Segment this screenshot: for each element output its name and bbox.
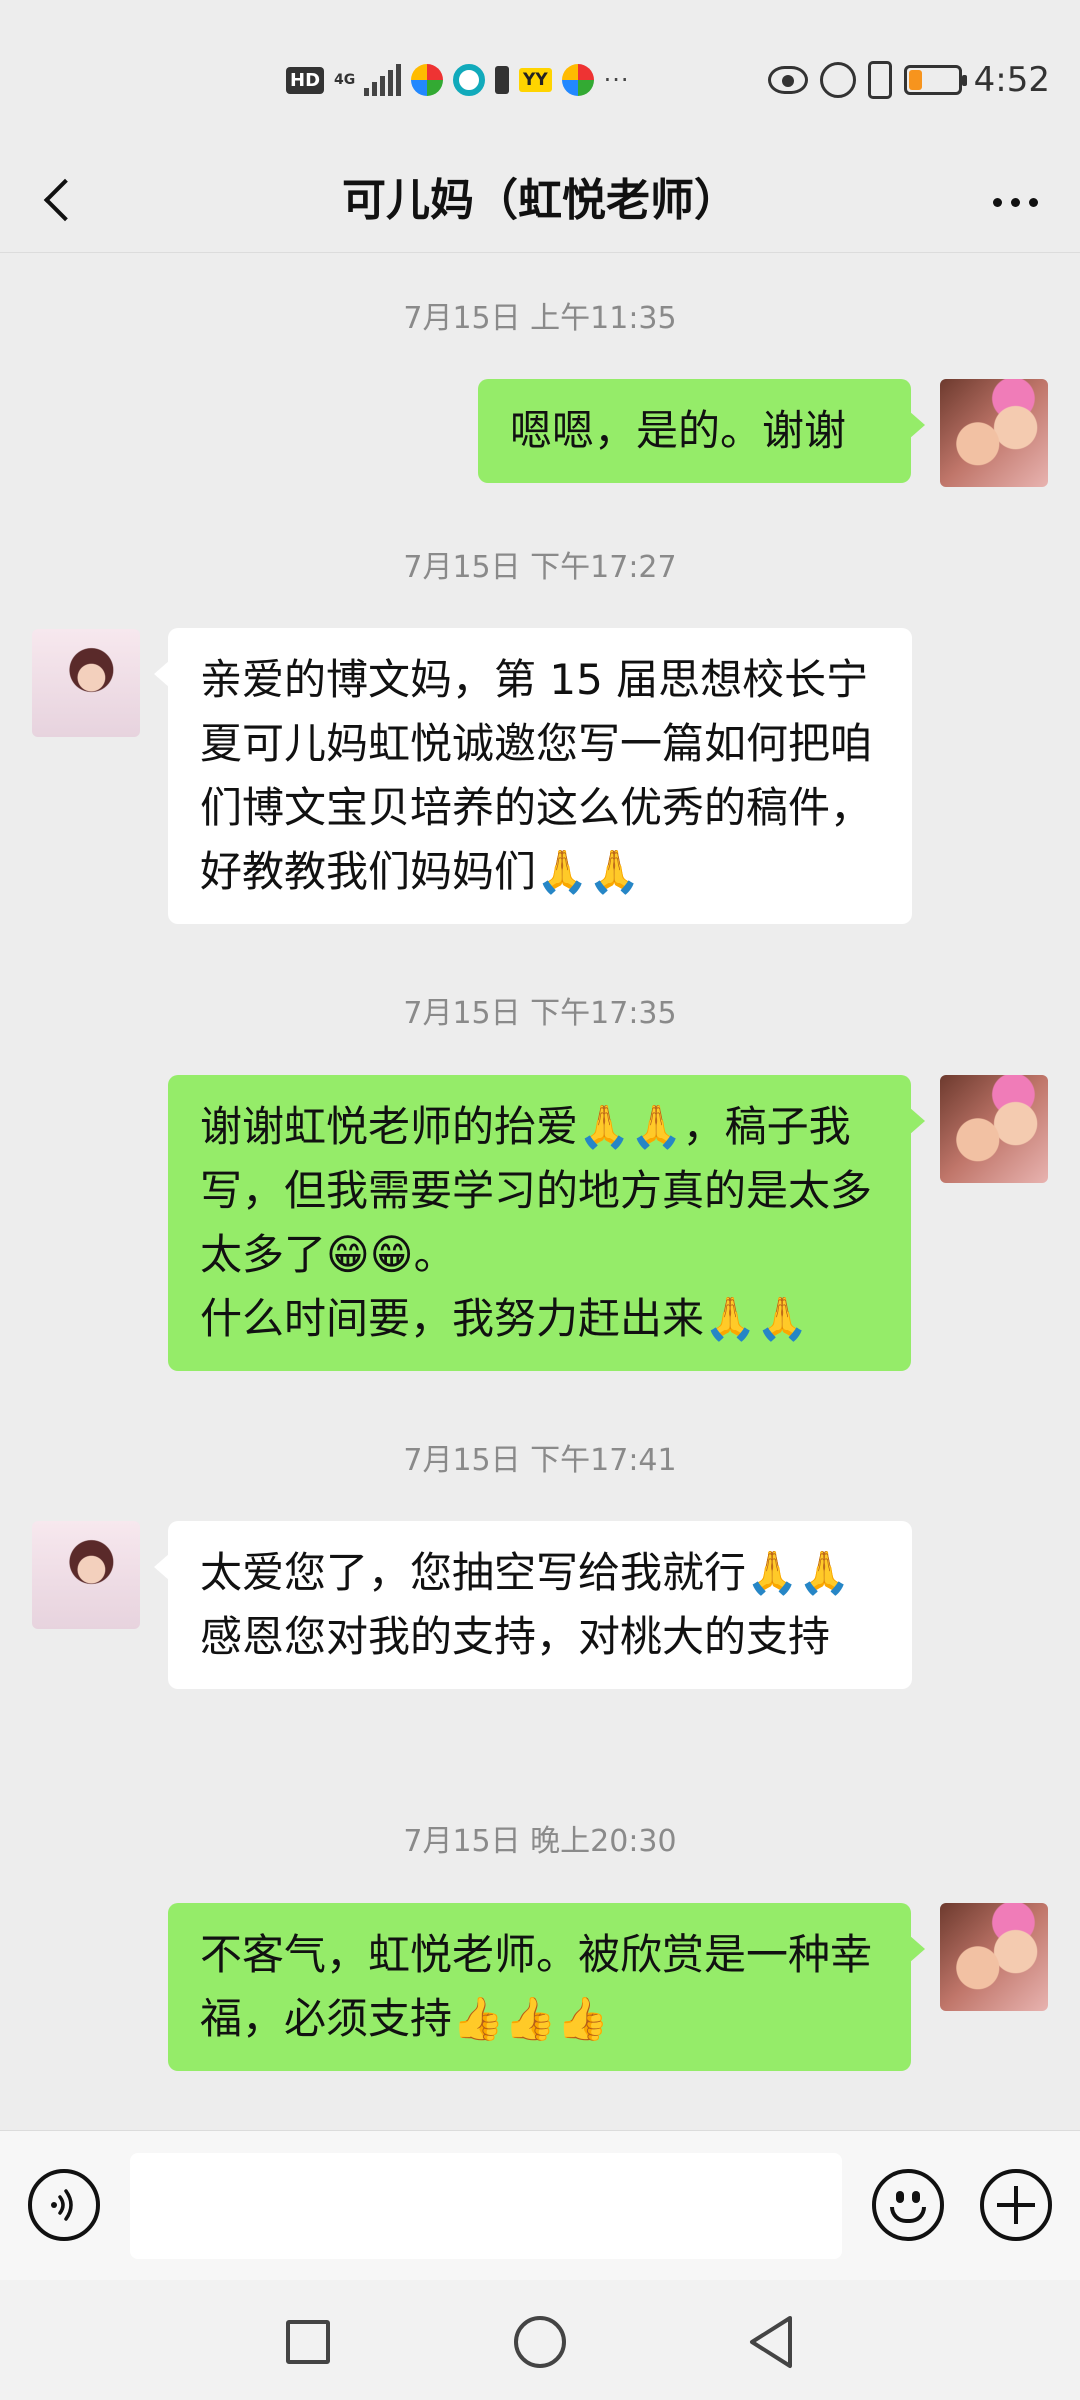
- emoji-button[interactable]: [872, 2169, 944, 2241]
- message-list[interactable]: 7月15日 上午11:35 嗯嗯，是的。谢谢 7月15日 下午17:27 亲爱的…: [0, 253, 1080, 2129]
- battery-icon: [903, 65, 967, 95]
- contact-avatar[interactable]: [32, 1521, 140, 1629]
- more-horizontal-icon: [1028, 197, 1038, 207]
- self-avatar[interactable]: [940, 1075, 1048, 1183]
- message-timestamp: 7月15日 上午11:35: [403, 301, 677, 336]
- message-timestamp: 7月15日 晚上20:30: [403, 1824, 677, 1859]
- alarm-icon: [819, 62, 856, 98]
- status-left-group: HD 4G YY ···: [286, 58, 630, 102]
- status-right-group: 4:52: [767, 52, 1050, 108]
- battery-level: [908, 70, 922, 90]
- hd-icon: HD: [286, 66, 325, 94]
- chevron-left-icon: [43, 178, 87, 222]
- message-timestamp: 7月15日 下午17:41: [403, 1443, 677, 1478]
- signal-icon: [364, 64, 402, 96]
- emoji-icon: [876, 2173, 940, 2237]
- network-type-label: 4G: [334, 72, 356, 88]
- page-title: 可儿妈（虹悦老师）: [342, 175, 738, 226]
- message-input[interactable]: [130, 2153, 842, 2259]
- recent-apps-button[interactable]: [286, 2320, 330, 2364]
- self-avatar[interactable]: [940, 1903, 1048, 2011]
- eye-icon: [767, 66, 808, 94]
- status-bar: HD 4G YY ··· 4:52: [0, 0, 1080, 150]
- notification-app-icon: [561, 64, 594, 96]
- chat-header: 可儿妈（虹悦老师）: [0, 150, 1080, 253]
- outgoing-message-bubble[interactable]: 不客气，虹悦老师。被欣赏是一种幸福，必须支持👍👍👍: [168, 1903, 925, 2071]
- message-timestamp: 7月15日 下午17:35: [403, 996, 677, 1031]
- status-time: 4:52: [973, 60, 1050, 100]
- system-nav-bar: [0, 2280, 1080, 2400]
- incoming-message-bubble[interactable]: 亲爱的博文妈，第 15 届思想校长宁夏可儿妈虹悦诚邀您写一篇如何把咱们博文宝贝培…: [154, 628, 912, 924]
- more-options-button[interactable]: [980, 172, 1050, 232]
- voice-input-button[interactable]: [28, 2169, 100, 2241]
- self-avatar[interactable]: [940, 379, 1048, 487]
- notification-app-icon: [411, 64, 444, 96]
- outgoing-message-bubble[interactable]: 嗯嗯，是的。谢谢: [478, 379, 925, 483]
- triangle-back-icon: [750, 2316, 792, 2368]
- yy-app-icon: YY: [519, 68, 552, 92]
- more-horizontal-icon: [1010, 197, 1020, 207]
- home-button[interactable]: [514, 2316, 566, 2368]
- more-functions-button[interactable]: [980, 2169, 1052, 2241]
- more-notifications-icon: ···: [603, 66, 630, 94]
- plus-icon: [1014, 2186, 1018, 2224]
- contact-avatar[interactable]: [32, 629, 140, 737]
- back-button[interactable]: [30, 170, 90, 230]
- more-horizontal-icon: [992, 197, 1002, 207]
- notification-app-icon: [453, 64, 486, 96]
- outgoing-message-bubble[interactable]: 谢谢虹悦老师的抬爱🙏🙏，稿子我写，但我需要学习的地方真的是太多太多了😁😁。 什么…: [168, 1075, 925, 1371]
- voice-icon: [51, 2189, 73, 2221]
- notification-app-icon: [495, 66, 510, 94]
- incoming-message-bubble[interactable]: 太爱您了，您抽空写给我就行🙏🙏感恩您对我的支持，对桃大的支持: [154, 1521, 912, 1689]
- input-bar: [0, 2130, 1080, 2281]
- vibrate-icon: [867, 61, 892, 99]
- message-timestamp: 7月15日 下午17:27: [403, 550, 677, 585]
